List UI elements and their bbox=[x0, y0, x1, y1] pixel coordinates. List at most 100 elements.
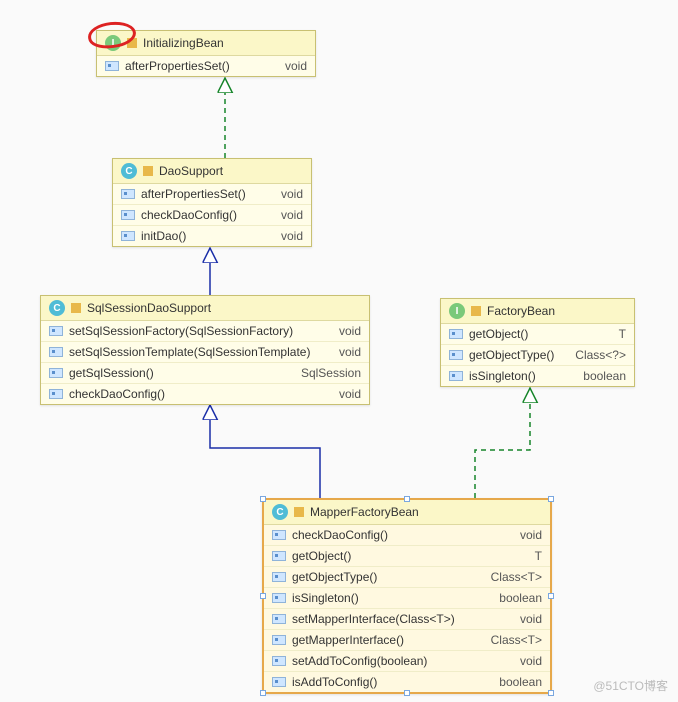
selection-handle-icon[interactable] bbox=[548, 496, 554, 502]
method-row[interactable]: isAddToConfig() boolean bbox=[264, 671, 550, 692]
method-signature: initDao() bbox=[141, 229, 263, 243]
class-title: DaoSupport bbox=[159, 164, 303, 178]
selection-handle-icon[interactable] bbox=[404, 690, 410, 696]
method-return: Class<T> bbox=[479, 570, 542, 584]
method-icon bbox=[272, 593, 286, 603]
selection-handle-icon[interactable] bbox=[548, 690, 554, 696]
class-badge-icon: C bbox=[272, 504, 288, 520]
method-row[interactable]: isSingleton() boolean bbox=[441, 365, 634, 386]
selection-handle-icon[interactable] bbox=[260, 593, 266, 599]
method-icon bbox=[49, 347, 63, 357]
method-signature: setAddToConfig(boolean) bbox=[292, 654, 502, 668]
method-row[interactable]: getSqlSession() SqlSession bbox=[41, 362, 369, 383]
method-icon bbox=[121, 189, 135, 199]
selection-handle-icon[interactable] bbox=[260, 690, 266, 696]
watermark-text: @51CTO博客 bbox=[593, 677, 668, 694]
method-return: Class<T> bbox=[479, 633, 542, 647]
method-signature: getObject() bbox=[292, 549, 517, 563]
class-body: afterPropertiesSet() void checkDaoConfig(… bbox=[113, 184, 311, 246]
method-icon bbox=[449, 350, 463, 360]
method-signature: setSqlSessionFactory(SqlSessionFactory) bbox=[69, 324, 321, 338]
method-icon bbox=[49, 368, 63, 378]
method-return: boolean bbox=[487, 591, 542, 605]
method-return: void bbox=[269, 208, 303, 222]
selection-handle-icon[interactable] bbox=[404, 496, 410, 502]
method-signature: checkDaoConfig() bbox=[141, 208, 263, 222]
method-return: void bbox=[508, 654, 542, 668]
method-signature: checkDaoConfig() bbox=[292, 528, 502, 542]
method-icon bbox=[121, 231, 135, 241]
class-box-mapperfactorybean[interactable]: C MapperFactoryBean checkDaoConfig() void… bbox=[262, 498, 552, 694]
method-signature: getSqlSession() bbox=[69, 366, 283, 380]
package-icon bbox=[71, 303, 81, 313]
class-title: MapperFactoryBean bbox=[310, 505, 542, 519]
method-icon bbox=[272, 614, 286, 624]
method-signature: checkDaoConfig() bbox=[69, 387, 321, 401]
class-box-daosupport[interactable]: C DaoSupport afterPropertiesSet() void ch… bbox=[112, 158, 312, 247]
method-signature: isAddToConfig() bbox=[292, 675, 481, 689]
class-box-sqlsessiondaosupport[interactable]: C SqlSessionDaoSupport setSqlSessionFact… bbox=[40, 295, 370, 405]
method-return: void bbox=[508, 528, 542, 542]
method-return: void bbox=[269, 229, 303, 243]
package-icon bbox=[294, 507, 304, 517]
method-return: void bbox=[327, 324, 361, 338]
method-signature: isSingleton() bbox=[292, 591, 481, 605]
method-row[interactable]: setSqlSessionTemplate(SqlSessionTemplate… bbox=[41, 341, 369, 362]
class-box-factorybean[interactable]: I FactoryBean getObject()T getObjectType… bbox=[440, 298, 635, 387]
method-icon bbox=[272, 551, 286, 561]
method-row[interactable]: getObjectType()Class<T> bbox=[264, 566, 550, 587]
method-return: void bbox=[269, 187, 303, 201]
interface-badge-icon: I bbox=[449, 303, 465, 319]
selection-handle-icon[interactable] bbox=[260, 496, 266, 502]
class-body: setSqlSessionFactory(SqlSessionFactory) v… bbox=[41, 321, 369, 404]
class-badge-icon: C bbox=[49, 300, 65, 316]
method-row[interactable]: setSqlSessionFactory(SqlSessionFactory) v… bbox=[41, 321, 369, 341]
method-row[interactable]: setMapperInterface(Class<T>)void bbox=[264, 608, 550, 629]
method-signature: getMapperInterface() bbox=[292, 633, 473, 647]
method-row[interactable]: setAddToConfig(boolean) void bbox=[264, 650, 550, 671]
class-title: InitializingBean bbox=[143, 36, 307, 50]
method-row[interactable]: afterPropertiesSet() void bbox=[113, 184, 311, 204]
method-row[interactable]: afterPropertiesSet() void bbox=[97, 56, 315, 76]
method-return: boolean bbox=[487, 675, 542, 689]
method-return: Class<?> bbox=[563, 348, 626, 362]
method-row[interactable]: getObjectType() Class<?> bbox=[441, 344, 634, 365]
method-signature: isSingleton() bbox=[469, 369, 565, 383]
method-icon bbox=[272, 656, 286, 666]
class-header: I FactoryBean bbox=[441, 299, 634, 324]
class-header: I InitializingBean bbox=[97, 31, 315, 56]
method-return: void bbox=[273, 59, 307, 73]
method-signature: afterPropertiesSet() bbox=[125, 59, 267, 73]
class-header: C SqlSessionDaoSupport bbox=[41, 296, 369, 321]
method-signature: setSqlSessionTemplate(SqlSessionTemplate… bbox=[69, 345, 321, 359]
class-header: C DaoSupport bbox=[113, 159, 311, 184]
method-icon bbox=[49, 326, 63, 336]
class-title: SqlSessionDaoSupport bbox=[87, 301, 361, 315]
method-signature: getObjectType() bbox=[469, 348, 557, 362]
class-body: afterPropertiesSet() void bbox=[97, 56, 315, 76]
class-title: FactoryBean bbox=[487, 304, 626, 318]
class-box-initializingbean[interactable]: I InitializingBean afterPropertiesSet() … bbox=[96, 30, 316, 77]
package-icon bbox=[127, 38, 137, 48]
method-row[interactable]: checkDaoConfig() void bbox=[113, 204, 311, 225]
method-icon bbox=[272, 572, 286, 582]
method-icon bbox=[105, 61, 119, 71]
method-signature: afterPropertiesSet() bbox=[141, 187, 263, 201]
package-icon bbox=[143, 166, 153, 176]
class-header: C MapperFactoryBean bbox=[264, 500, 550, 525]
method-return: void bbox=[508, 612, 542, 626]
method-row[interactable]: getObject()T bbox=[441, 324, 634, 344]
selection-handle-icon[interactable] bbox=[548, 593, 554, 599]
method-icon bbox=[272, 530, 286, 540]
method-return: boolean bbox=[571, 369, 626, 383]
method-row[interactable]: checkDaoConfig() void bbox=[264, 525, 550, 545]
method-row[interactable]: getMapperInterface() Class<T> bbox=[264, 629, 550, 650]
method-row[interactable]: isSingleton() boolean bbox=[264, 587, 550, 608]
interface-badge-icon: I bbox=[105, 35, 121, 51]
class-body: getObject()T getObjectType() Class<?> isS… bbox=[441, 324, 634, 386]
method-row[interactable]: initDao() void bbox=[113, 225, 311, 246]
method-return: void bbox=[327, 345, 361, 359]
method-return: SqlSession bbox=[289, 366, 361, 380]
method-row[interactable]: getObject()T bbox=[264, 545, 550, 566]
method-row[interactable]: checkDaoConfig()void bbox=[41, 383, 369, 404]
